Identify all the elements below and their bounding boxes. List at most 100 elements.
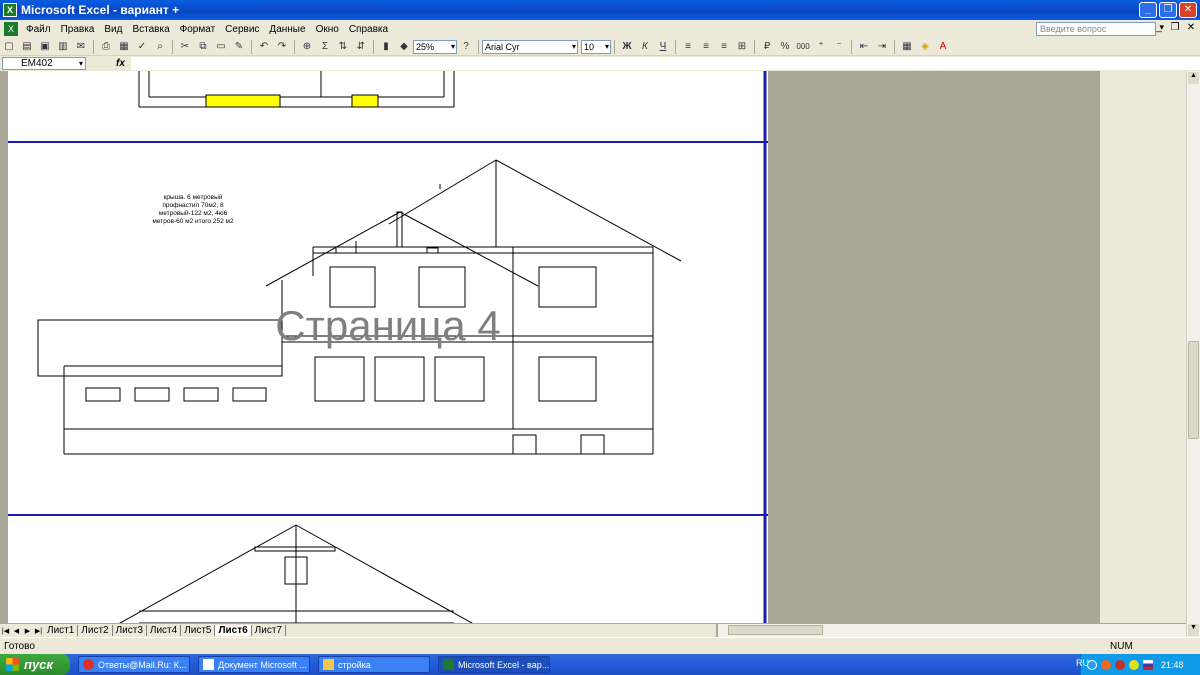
bold-button[interactable]: Ж (619, 40, 635, 54)
tab-sheet6[interactable]: Лист6 (215, 625, 252, 636)
menu-window[interactable]: Окно (311, 24, 344, 35)
hyperlink-icon[interactable]: ⊕ (299, 40, 315, 54)
roof-note-line-1: крыша. 6 метровый (164, 193, 223, 201)
tab-sheet4[interactable]: Лист4 (147, 625, 182, 636)
taskbar-item-word[interactable]: Документ Microsoft ... (198, 656, 310, 673)
help-search-input[interactable]: Введите вопрос (1036, 22, 1156, 36)
doc-minimize-button[interactable]: _ (1152, 21, 1166, 35)
next-sheet-icon[interactable]: ▶ (22, 627, 33, 635)
open-icon[interactable]: ▤ (19, 40, 35, 54)
doc-close-button[interactable]: ✕ (1184, 21, 1198, 35)
help-icon[interactable]: ? (458, 40, 474, 54)
print-icon[interactable]: ⎙ (98, 40, 114, 54)
decrease-decimal-icon[interactable]: ⁻ (831, 40, 847, 54)
taskbar-item-mail[interactable]: Ответы@Mail.Ru: К... (78, 656, 190, 673)
security-icon[interactable] (1115, 659, 1125, 670)
decrease-indent-icon[interactable]: ⇤ (856, 40, 872, 54)
start-button[interactable]: пуск (0, 654, 70, 675)
scroll-up-icon[interactable]: ▲ (1188, 72, 1199, 84)
copy-icon[interactable]: ⧉ (195, 40, 211, 54)
last-sheet-icon[interactable]: ▶| (33, 627, 44, 635)
font-select[interactable]: Arial Cyr ▾ (482, 39, 578, 54)
clock[interactable]: 21:48 (1161, 660, 1184, 670)
tab-sheet7[interactable]: Лист7 (252, 625, 286, 636)
align-left-icon[interactable]: ≡ (680, 40, 696, 54)
insert-function-icon[interactable]: fx (116, 58, 125, 69)
menu-data[interactable]: Данные (264, 24, 310, 35)
align-center-icon[interactable]: ≡ (698, 40, 714, 54)
toolbar: ▢ ▤ ▣ ▥ ✉ ⎙ ▦ ✓ ⌕ ✂ ⧉ ▭ ✎ ↶ ↷ ⊕ Σ ⇅ ⇵ ▮ … (0, 38, 1200, 56)
scroll-down-icon[interactable]: ▼ (1188, 624, 1199, 636)
new-icon[interactable]: ▢ (1, 40, 17, 54)
tab-sheet1[interactable]: Лист1 (44, 625, 79, 636)
worksheet-area[interactable]: крыша. 6 метровый профнастил 70м2, 8 мет… (0, 71, 1186, 623)
taskbar-item-excel[interactable]: Microsoft Excel - вар... (438, 656, 550, 673)
name-box[interactable]: EM402 ▾ (2, 57, 86, 70)
paste-icon[interactable]: ▭ (213, 40, 229, 54)
merge-center-icon[interactable]: ⊞ (734, 40, 750, 54)
zoom-select[interactable]: 25% ▾ (413, 39, 457, 54)
format-painter-icon[interactable]: ✎ (231, 40, 247, 54)
first-sheet-icon[interactable]: |◀ (0, 627, 11, 635)
menu-insert[interactable]: Вставка (127, 24, 174, 35)
sort-ascending-icon[interactable]: ⇅ (335, 40, 351, 54)
percent-button[interactable]: % (777, 40, 793, 54)
menu-format[interactable]: Формат (175, 24, 221, 35)
formula-input[interactable] (130, 57, 1200, 70)
menu-bar: X Файл Правка Вид Вставка Формат Сервис … (0, 20, 1200, 38)
fill-color-icon[interactable]: ◈ (917, 40, 933, 54)
status-bar: Готово NUM (0, 637, 1200, 654)
workbook-icon[interactable]: X (4, 22, 18, 36)
minimize-button[interactable]: _ (1139, 2, 1157, 18)
menu-tools[interactable]: Сервис (220, 24, 264, 35)
horizontal-scroll-thumb[interactable] (728, 625, 823, 635)
close-button[interactable]: ✕ (1179, 2, 1197, 18)
italic-button[interactable]: К (637, 40, 653, 54)
doc-restore-button[interactable]: ❐ (1168, 21, 1182, 35)
menu-view[interactable]: Вид (99, 24, 127, 35)
thousands-button[interactable]: 000 (795, 40, 811, 54)
vertical-scroll-thumb[interactable] (1188, 341, 1199, 439)
autosum-icon[interactable]: Σ (317, 40, 333, 54)
menu-file[interactable]: Файл (21, 24, 56, 35)
save-icon[interactable]: ▣ (37, 40, 53, 54)
increase-decimal-icon[interactable]: ⁺ (813, 40, 829, 54)
font-color-icon[interactable]: A (935, 40, 951, 54)
vertical-scrollbar[interactable]: ▲ ▼ (1186, 71, 1200, 637)
align-right-icon[interactable]: ≡ (716, 40, 732, 54)
drawing-canvas: крыша. 6 метровый профнастил 70м2, 8 мет… (8, 71, 768, 623)
drawing-icon[interactable]: ◆ (396, 40, 412, 54)
taskbar: пуск Ответы@Mail.Ru: К... Документ Micro… (0, 654, 1200, 675)
chart-wizard-icon[interactable]: ▮ (378, 40, 394, 54)
email-icon[interactable]: ✉ (73, 40, 89, 54)
increase-indent-icon[interactable]: ⇥ (874, 40, 890, 54)
zoom-value: 25% (416, 41, 435, 52)
menu-edit[interactable]: Правка (56, 24, 100, 35)
menu-help[interactable]: Справка (344, 24, 393, 35)
print-preview-icon[interactable]: ▦ (116, 40, 132, 54)
language-flag-icon[interactable] (1143, 659, 1153, 670)
tab-sheet2[interactable]: Лист2 (78, 625, 113, 636)
language-indicator[interactable]: RU (1076, 658, 1089, 668)
undo-icon[interactable]: ↶ (256, 40, 272, 54)
horizontal-scrollbar[interactable] (716, 624, 1186, 637)
currency-icon[interactable]: ₽ (759, 40, 775, 54)
taskbar-item-folder[interactable]: стройка (318, 656, 430, 673)
sort-descending-icon[interactable]: ⇵ (353, 40, 369, 54)
cut-icon[interactable]: ✂ (177, 40, 193, 54)
borders-icon[interactable]: ▦ (899, 40, 915, 54)
restore-button[interactable]: ❐ (1159, 2, 1177, 18)
antivirus-icon[interactable] (1101, 659, 1111, 670)
taskbar-item-label: Ответы@Mail.Ru: К... (98, 659, 187, 670)
spelling-icon[interactable]: ✓ (134, 40, 150, 54)
research-icon[interactable]: ⌕ (152, 40, 168, 54)
yandex-icon[interactable] (1129, 659, 1139, 670)
font-size-select[interactable]: 10 ▾ (581, 39, 611, 54)
redo-icon[interactable]: ↷ (274, 40, 290, 54)
underline-button[interactable]: Ч (655, 40, 671, 54)
tab-sheet3[interactable]: Лист3 (113, 625, 147, 636)
tab-sheet5[interactable]: Лист5 (181, 625, 216, 636)
permission-icon[interactable]: ▥ (55, 40, 71, 54)
prev-sheet-icon[interactable]: ◀ (11, 627, 22, 635)
roof-note-line-4: метров-60 м2 итого 252 м2 (152, 218, 234, 225)
